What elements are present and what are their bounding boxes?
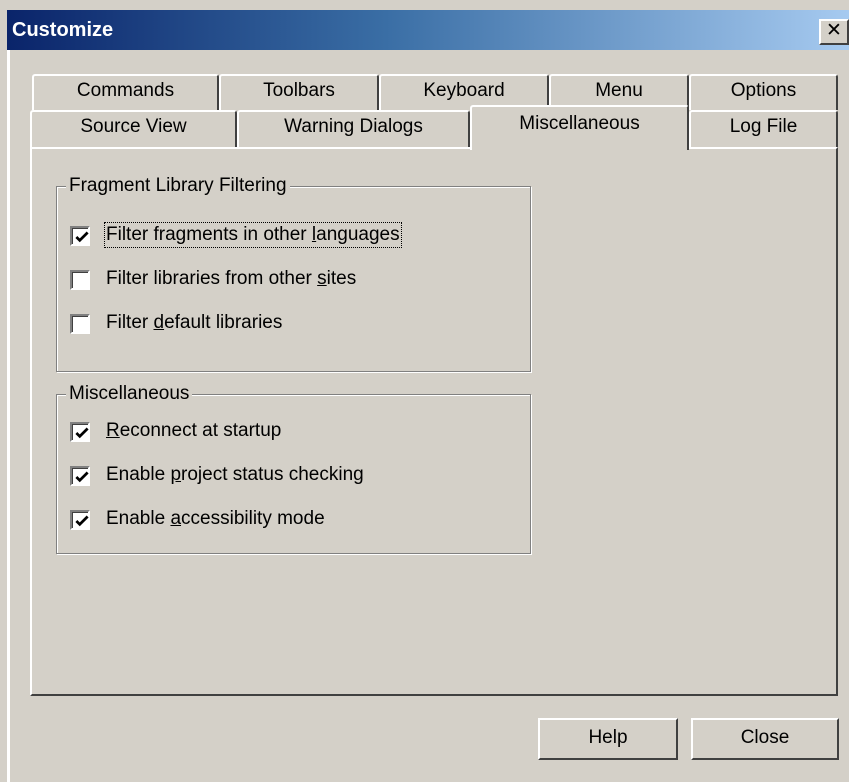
- checkbox-label: Filter default libraries: [106, 312, 283, 333]
- checkbox-label: Filter libraries from other sites: [106, 268, 357, 289]
- checkbox-box[interactable]: [70, 270, 90, 290]
- checkbox-label: Enable project status checking: [106, 464, 364, 485]
- tab-label: Keyboard: [423, 80, 505, 101]
- checkmark-icon: [75, 515, 89, 527]
- close-icon: ✕: [826, 20, 842, 41]
- tab-label: Warning Dialogs: [284, 116, 423, 137]
- checkbox-label: Enable accessibility mode: [106, 508, 325, 529]
- window-title: Customize: [12, 19, 114, 41]
- title-bar[interactable]: Customize ✕: [7, 10, 849, 50]
- checkmark-icon: [75, 471, 89, 483]
- tab-label: Commands: [76, 80, 175, 101]
- tab-label: Source View: [80, 116, 187, 137]
- fragment-group-title: Fragment Library Filtering: [66, 175, 290, 197]
- checkbox-box[interactable]: [70, 226, 90, 246]
- tab-toolbars[interactable]: Toolbars: [219, 74, 379, 110]
- tab-label: Options: [730, 80, 797, 101]
- checkmark-icon: [75, 231, 89, 243]
- checkbox-label: Reconnect at startup: [106, 420, 282, 441]
- tab-miscellaneous[interactable]: Miscellaneous: [470, 105, 689, 150]
- checkbox-label: Filter fragments in other languages: [104, 222, 402, 248]
- tab-commands[interactable]: Commands: [32, 74, 219, 110]
- tab-label: Miscellaneous: [519, 113, 640, 134]
- checkbox-box[interactable]: [70, 466, 90, 486]
- checkmark-icon: [75, 427, 89, 439]
- checkbox-box[interactable]: [70, 422, 90, 442]
- checkbox-box[interactable]: [70, 510, 90, 530]
- window-frame-left: [7, 50, 10, 782]
- tab-source-view[interactable]: Source View: [30, 110, 237, 148]
- tab-label: Menu: [595, 80, 643, 101]
- tab-label: Toolbars: [263, 80, 335, 101]
- close-button[interactable]: Close: [691, 718, 839, 760]
- tab-log-file[interactable]: Log File: [689, 110, 838, 148]
- tab-options[interactable]: Options: [689, 74, 838, 110]
- close-window-button[interactable]: ✕: [819, 19, 849, 45]
- tab-warning-dialogs[interactable]: Warning Dialogs: [237, 110, 470, 148]
- checkbox-box[interactable]: [70, 314, 90, 334]
- help-button[interactable]: Help: [538, 718, 678, 760]
- customize-dialog: Customize ✕ Commands Toolbars Keyboard M…: [0, 0, 849, 782]
- misc-group-title: Miscellaneous: [66, 383, 193, 405]
- tab-label: Log File: [729, 116, 798, 137]
